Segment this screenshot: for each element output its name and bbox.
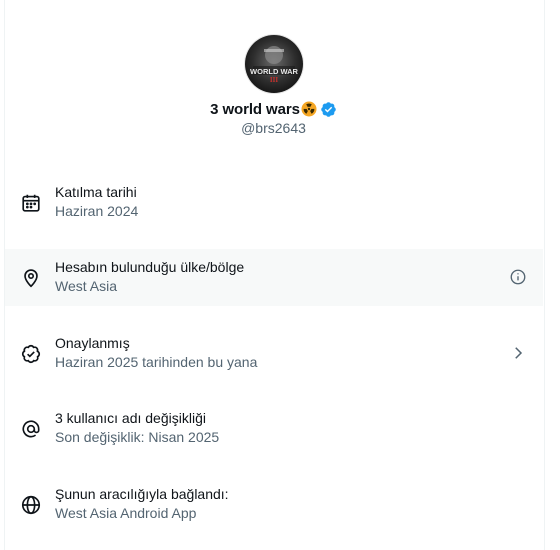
verified-badge-icon[interactable] [320, 101, 337, 118]
username-changes-value: Son değişiklik: Nisan 2025 [55, 429, 220, 445]
connected-via-label: Şunun aracılığıyla bağlandı: [55, 486, 229, 502]
username-changes-label: 3 kullanıcı adı değişikliği [55, 410, 206, 426]
info-row-location[interactable]: Hesabın bulunduğu ülke/bölge West Asia [5, 249, 543, 306]
chevron-right-icon[interactable] [509, 344, 527, 362]
location-label: Hesabın bulunduğu ülke/bölge [55, 259, 245, 275]
profile-name: 3 world wars [210, 100, 300, 118]
join-date-value: Haziran 2024 [55, 203, 139, 219]
avatar-image: WORLD WAR III [245, 35, 303, 93]
verified-value: Haziran 2025 tarihinden bu yana [55, 354, 258, 370]
verified-label: Onaylanmış [55, 335, 130, 351]
radioactive-emoji-icon [301, 101, 317, 117]
profile-name-row: 3 world wars [0, 99, 547, 119]
location-pin-icon [20, 267, 42, 289]
svg-text:III: III [270, 76, 278, 84]
info-row-join-date: Katılma tarihi Haziran 2024 [5, 174, 543, 231]
join-date-label: Katılma tarihi [55, 184, 137, 200]
profile-handle: @brs2643 [241, 120, 306, 136]
info-row-verified[interactable]: Onaylanmış Haziran 2025 tarihinden bu ya… [5, 325, 543, 382]
connected-via-value: West Asia Android App [55, 505, 197, 521]
calendar-icon [20, 192, 42, 214]
at-sign-icon [20, 418, 42, 440]
info-row-connected-via: Şunun aracılığıyla bağlandı: West Asia A… [5, 476, 543, 533]
globe-icon [20, 494, 42, 516]
avatar: WORLD WAR III [245, 35, 303, 93]
svg-text:WORLD WAR: WORLD WAR [250, 67, 298, 76]
info-icon[interactable] [509, 268, 527, 286]
info-row-username-changes: 3 kullanıcı adı değişikliği Son değişikl… [5, 400, 543, 457]
verified-check-icon [20, 343, 42, 365]
location-value: West Asia [55, 278, 117, 294]
